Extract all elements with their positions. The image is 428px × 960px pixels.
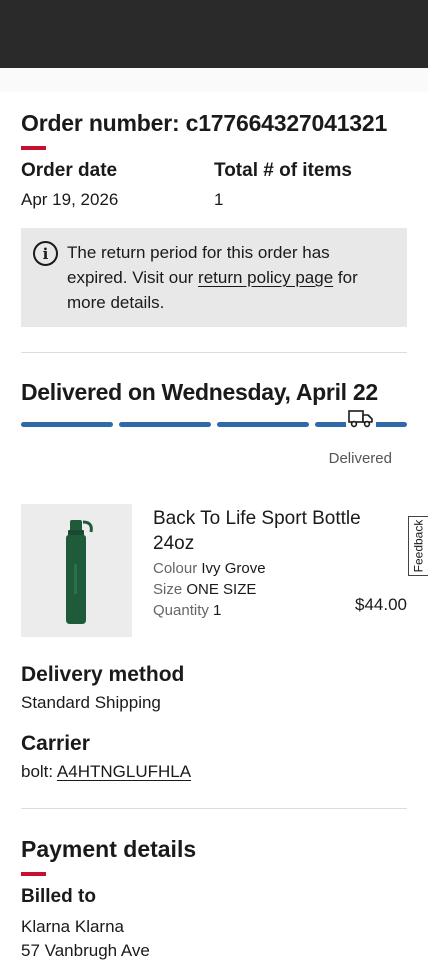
feedback-tab[interactable]: Feedback <box>408 516 428 576</box>
order-date-value: Apr 19, 2026 <box>21 190 119 209</box>
colour-label: Colour <box>153 560 198 577</box>
items-count-value: 1 <box>214 190 224 209</box>
payment-details-heading: Payment details <box>21 836 197 862</box>
billed-to-label: Billed to <box>21 886 96 907</box>
progress-step-1 <box>21 422 113 427</box>
order-number-heading: Order number: c177664327041321 <box>21 110 388 136</box>
delivery-truck-icon <box>346 409 376 431</box>
notice-text: The return period for this order has exp… <box>67 240 393 315</box>
product-item: Back To Life Sport Bottle 24oz Colour Iv… <box>21 504 407 637</box>
carrier-label: Carrier <box>21 732 90 755</box>
water-bottle-icon <box>65 519 93 624</box>
product-colour: Colour Ivy Grove <box>153 560 407 577</box>
accent-rule <box>21 872 46 876</box>
size-value: ONE SIZE <box>186 581 257 598</box>
section-divider <box>21 808 407 809</box>
items-count-block: Total # of items 1 <box>214 160 407 210</box>
items-count-label: Total # of items <box>214 160 352 181</box>
feedback-label: Feedback <box>411 519 426 573</box>
delivery-status-heading: Delivered on Wednesday, April 22 <box>21 379 378 405</box>
delivery-progress-bar <box>21 409 407 431</box>
colour-value: Ivy Grove <box>201 560 266 577</box>
product-price: $44.00 <box>355 595 407 614</box>
carrier-prefix: bolt: <box>21 762 57 781</box>
order-date-block: Order date Apr 19, 2026 <box>21 160 214 210</box>
return-policy-link[interactable]: return policy page <box>198 268 333 287</box>
order-date-label: Order date <box>21 160 118 181</box>
delivery-status-label: Delivered <box>328 450 392 467</box>
quantity-label: Quantity <box>153 602 209 619</box>
info-icon: i <box>33 241 58 266</box>
product-image[interactable] <box>21 504 132 637</box>
product-name[interactable]: Back To Life Sport Bottle 24oz <box>153 506 407 556</box>
quantity-value: 1 <box>213 602 222 619</box>
size-label: Size <box>153 581 183 598</box>
billed-to-section: Billed to Klarna Klarna 57 Vanbrugh Ave <box>21 886 407 960</box>
billing-address-line1: 57 Vanbrugh Ave <box>21 941 150 960</box>
tracking-link[interactable]: A4HTNGLUFHLA <box>57 762 191 781</box>
accent-rule <box>21 146 46 150</box>
progress-step-3 <box>217 422 309 427</box>
billing-name: Klarna Klarna <box>21 917 125 936</box>
order-meta: Order date Apr 19, 2026 Total # of items… <box>21 160 407 210</box>
section-divider <box>21 352 407 353</box>
header-spacer <box>0 68 428 92</box>
carrier-value: bolt: A4HTNGLUFHLA <box>21 762 407 782</box>
progress-step-2 <box>119 422 211 427</box>
delivery-method-section: Delivery method Standard Shipping <box>21 663 407 713</box>
carrier-section: Carrier bolt: A4HTNGLUFHLA <box>21 732 407 782</box>
product-info: Back To Life Sport Bottle 24oz Colour Iv… <box>153 504 407 637</box>
delivery-method-value: Standard Shipping <box>21 693 161 712</box>
order-details-page: Order number: c177664327041321 Order dat… <box>21 92 407 960</box>
return-expired-notice: i The return period for this order has e… <box>21 228 407 327</box>
delivery-method-label: Delivery method <box>21 663 185 686</box>
app-header-bar <box>0 0 428 68</box>
